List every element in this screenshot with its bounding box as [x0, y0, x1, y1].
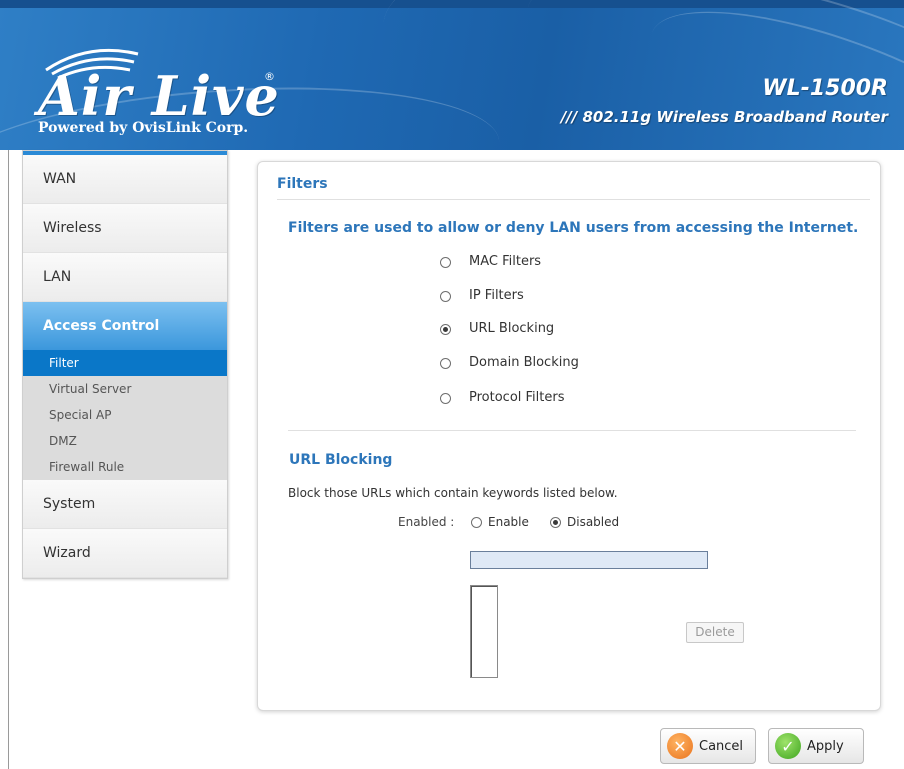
cancel-button[interactable]: ✕ Cancel: [660, 728, 756, 764]
model-subtitle: /// 802.11g Wireless Broadband Router: [560, 108, 888, 126]
filter-option-label: IP Filters: [469, 288, 524, 303]
page-title: Filters: [277, 176, 328, 192]
logo-text: Air Live: [38, 64, 280, 128]
disabled-option-label: Disabled: [567, 515, 620, 529]
radio-selected-icon[interactable]: [440, 323, 451, 335]
left-rail-line: [8, 150, 9, 769]
registered-mark: ®: [264, 70, 275, 83]
filter-option-label: Domain Blocking: [469, 355, 579, 370]
filter-option-label: URL Blocking: [469, 321, 555, 336]
apply-button[interactable]: ✓ Apply: [768, 728, 864, 764]
radio-selected-icon[interactable]: [550, 516, 561, 528]
sidebar-subitem-dmz[interactable]: DMZ: [23, 428, 227, 454]
filters-panel: Filters Filters are used to allow or den…: [257, 161, 881, 711]
filter-option-label: Protocol Filters: [469, 390, 565, 405]
sidebar-item-wan[interactable]: WAN: [23, 155, 227, 204]
model-name: WL-1500R: [762, 76, 888, 101]
keyword-listbox[interactable]: [470, 585, 498, 678]
disabled-radio-option[interactable]: Disabled: [550, 515, 619, 529]
airlive-logo: Air Live ® Powered by OvisLink Corp.: [38, 40, 298, 140]
filter-option-ip[interactable]: IP Filters: [440, 286, 524, 306]
filter-option-mac[interactable]: MAC Filters: [440, 252, 541, 272]
radio-icon[interactable]: [440, 290, 451, 302]
apply-check-icon: ✓: [775, 733, 801, 759]
sidebar-subitem-virtual-server[interactable]: Virtual Server: [23, 376, 227, 402]
cancel-button-label: Cancel: [699, 738, 744, 754]
url-blocking-heading: URL Blocking: [289, 452, 393, 468]
enable-radio-option[interactable]: Enable: [471, 515, 529, 529]
header-banner: Air Live ® Powered by OvisLink Corp. WL-…: [0, 0, 904, 150]
sidebar-item-system[interactable]: System: [23, 480, 227, 529]
apply-button-label: Apply: [807, 738, 844, 754]
radio-icon[interactable]: [440, 392, 451, 404]
sidebar-subitem-special-ap[interactable]: Special AP: [23, 402, 227, 428]
filter-option-protocol[interactable]: Protocol Filters: [440, 388, 565, 408]
delete-button[interactable]: Delete: [686, 622, 744, 643]
sidebar-item-lan[interactable]: LAN: [23, 253, 227, 302]
filter-option-url-blocking[interactable]: URL Blocking: [440, 319, 554, 339]
logo-tagline: Powered by OvisLink Corp.: [38, 120, 249, 136]
sidebar-item-wizard[interactable]: Wizard: [23, 529, 227, 578]
filter-option-domain-blocking[interactable]: Domain Blocking: [440, 353, 579, 373]
radio-icon[interactable]: [440, 256, 451, 268]
sidebar-subitem-filter[interactable]: Filter: [23, 350, 227, 376]
access-control-submenu: Filter Virtual Server Special AP DMZ Fir…: [23, 350, 227, 480]
radio-icon[interactable]: [440, 357, 451, 369]
sidebar-item-wireless[interactable]: Wireless: [23, 204, 227, 253]
url-blocking-description: Block those URLs which contain keywords …: [288, 486, 618, 500]
filters-intro-text: Filters are used to allow or deny LAN us…: [288, 220, 859, 236]
section-divider: [288, 430, 856, 431]
filter-option-label: MAC Filters: [469, 254, 542, 269]
enable-option-label: Enable: [488, 515, 529, 529]
cancel-x-icon: ✕: [667, 733, 693, 759]
keyword-input[interactable]: [470, 551, 708, 569]
title-divider: [277, 199, 870, 200]
sidebar-item-access-control[interactable]: Access Control: [23, 302, 227, 350]
sidebar-subitem-firewall-rule[interactable]: Firewall Rule: [23, 454, 227, 480]
radio-icon[interactable]: [471, 516, 482, 528]
sidebar-nav: WAN Wireless LAN Access Control Filter V…: [22, 150, 228, 579]
enabled-label: Enabled :: [398, 515, 455, 529]
